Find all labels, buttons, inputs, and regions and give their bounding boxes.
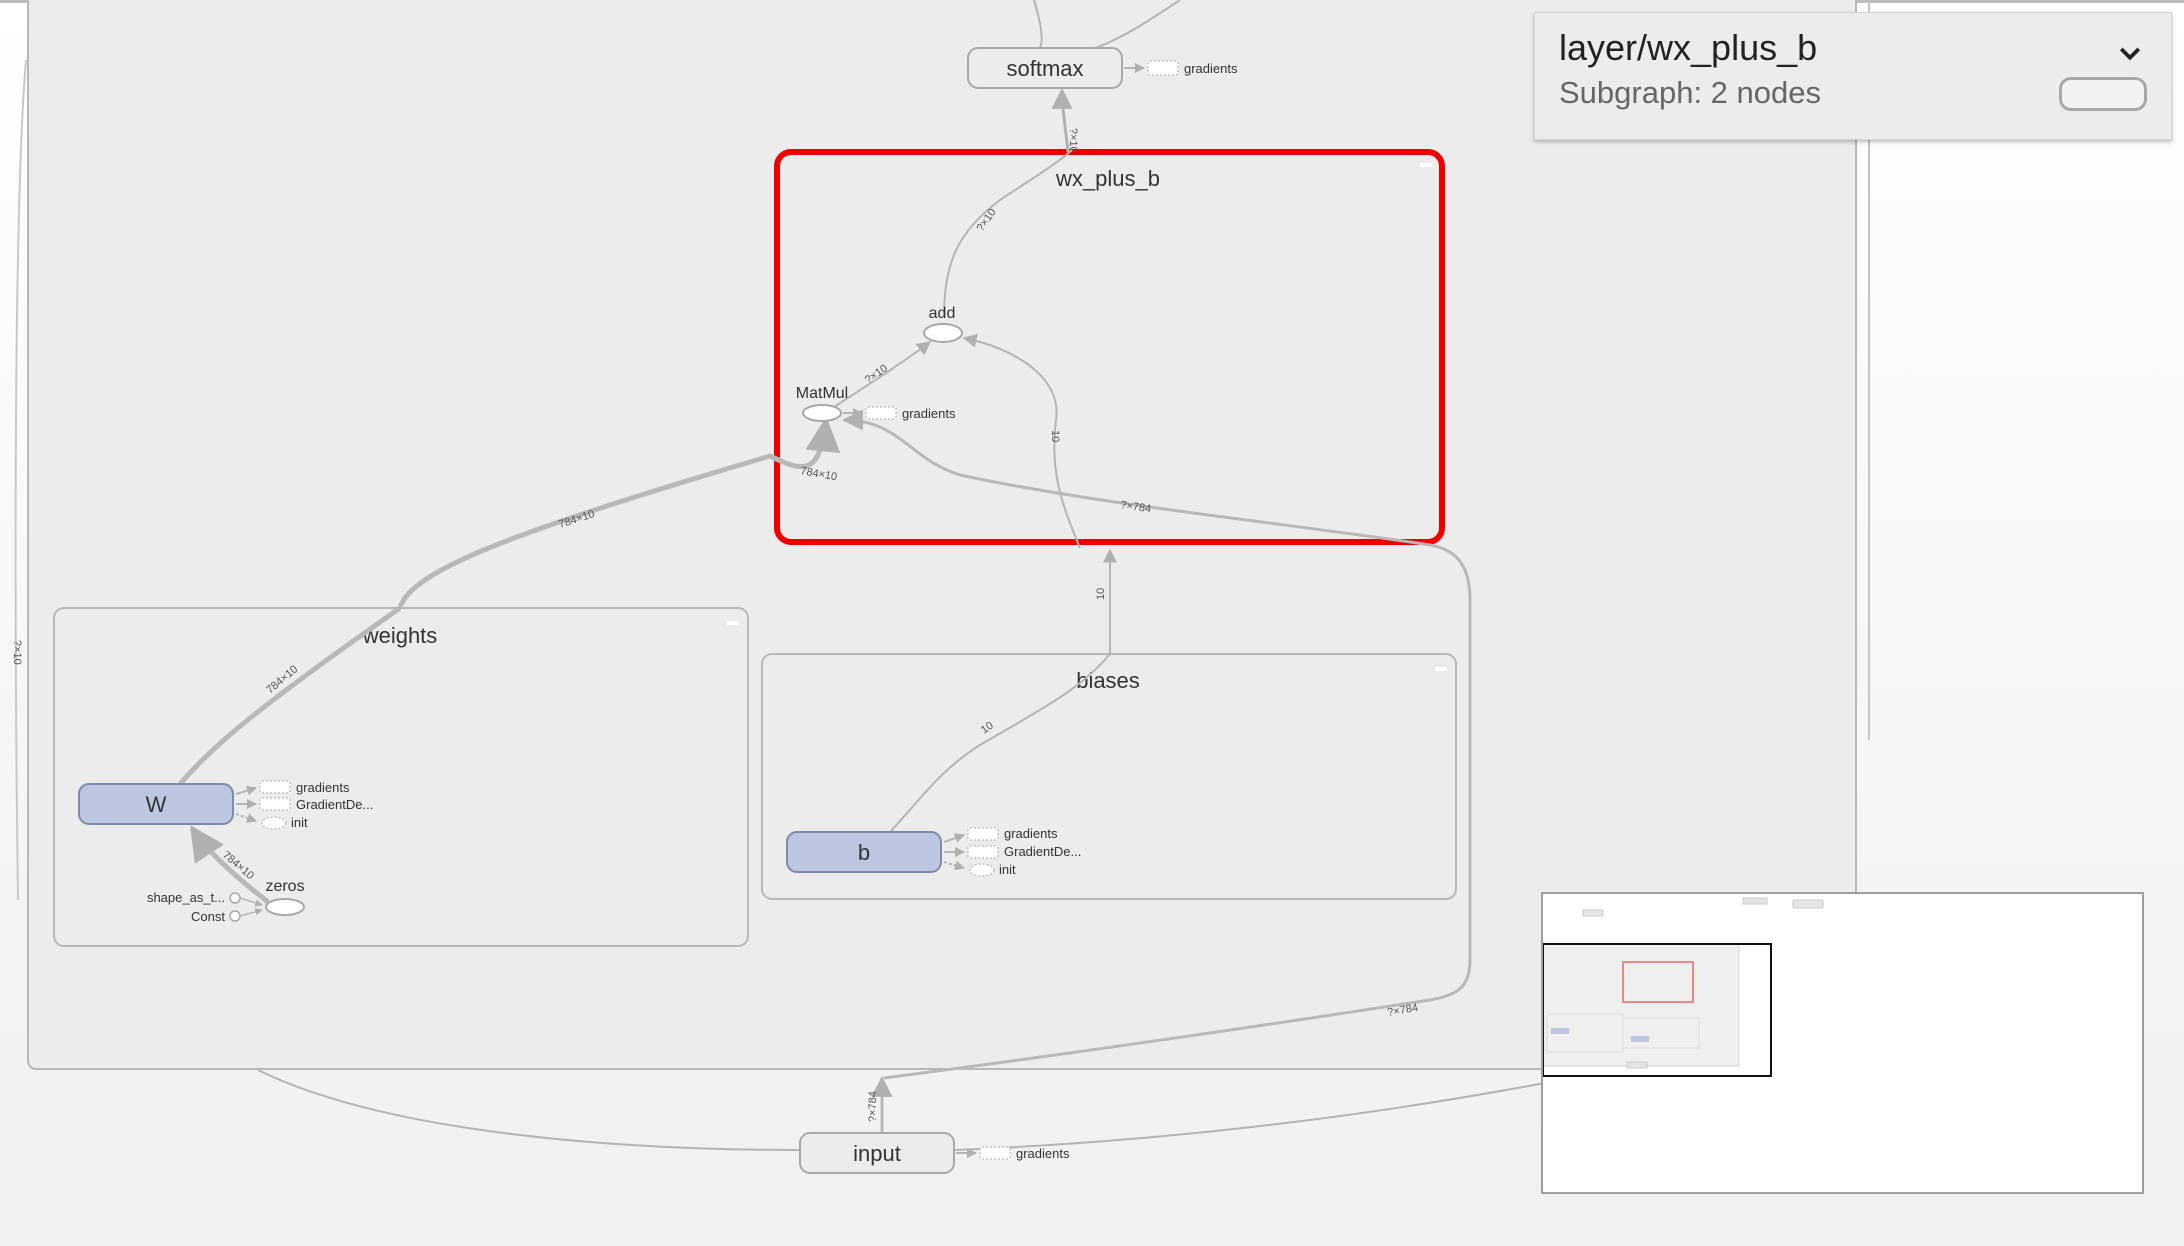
collapse-icon[interactable] [1435,667,1447,671]
shape-as-tensor-label: shape_as_t... [147,890,225,905]
edge-label: 10 [1049,430,1061,442]
w-label: W [146,792,167,817]
const-label: Const [191,909,225,924]
collapse-icon[interactable] [727,621,739,625]
gradient-descent-label: GradientDe... [1004,844,1081,859]
edge-label: ?×10 [11,640,23,665]
chevron-down-icon[interactable] [2115,39,2145,69]
info-panel-title: layer/wx_plus_b [1559,27,1818,68]
input-node[interactable]: input [799,1132,955,1174]
collapse-icon[interactable] [1420,163,1432,167]
softmax-label: softmax [1006,56,1083,81]
info-panel-subtitle: Subgraph: 2 nodes [1559,75,1821,110]
init-label: init [999,862,1016,877]
input-label: input [853,1141,901,1166]
gradient-descent-label: GradientDe... [296,797,373,812]
edge-label: ?×10 [1067,128,1079,153]
b-variable-node[interactable]: b [786,831,942,873]
gradients-label: gradients [296,780,350,795]
biases-label: biases [1076,668,1140,693]
gradients-label: gradients [1004,826,1058,841]
gradients-label: gradients [1016,1146,1070,1161]
softmax-node[interactable]: softmax [967,47,1123,89]
w-variable-node[interactable]: W [78,783,234,825]
matmul-label: MatMul [796,385,848,402]
graph-minimap[interactable] [1541,892,2144,1194]
edge-label: 10 [1095,588,1107,600]
wx-plus-b-scope[interactable] [774,149,1445,545]
gradients-label: gradients [1184,61,1238,76]
init-label: init [291,815,308,830]
node-info-panel: layer/wx_plus_b Subgraph: 2 nodes [1534,12,2172,140]
gradients-label: gradients [902,406,956,421]
zeros-label: zeros [265,878,304,895]
wx-plus-b-label: wx_plus_b [1055,166,1160,191]
add-label: add [929,305,956,322]
edge-label: ?×784 [867,1091,879,1122]
minimap-canvas [1543,897,1824,1077]
b-label: b [858,840,870,865]
info-panel-button[interactable] [2059,77,2147,111]
